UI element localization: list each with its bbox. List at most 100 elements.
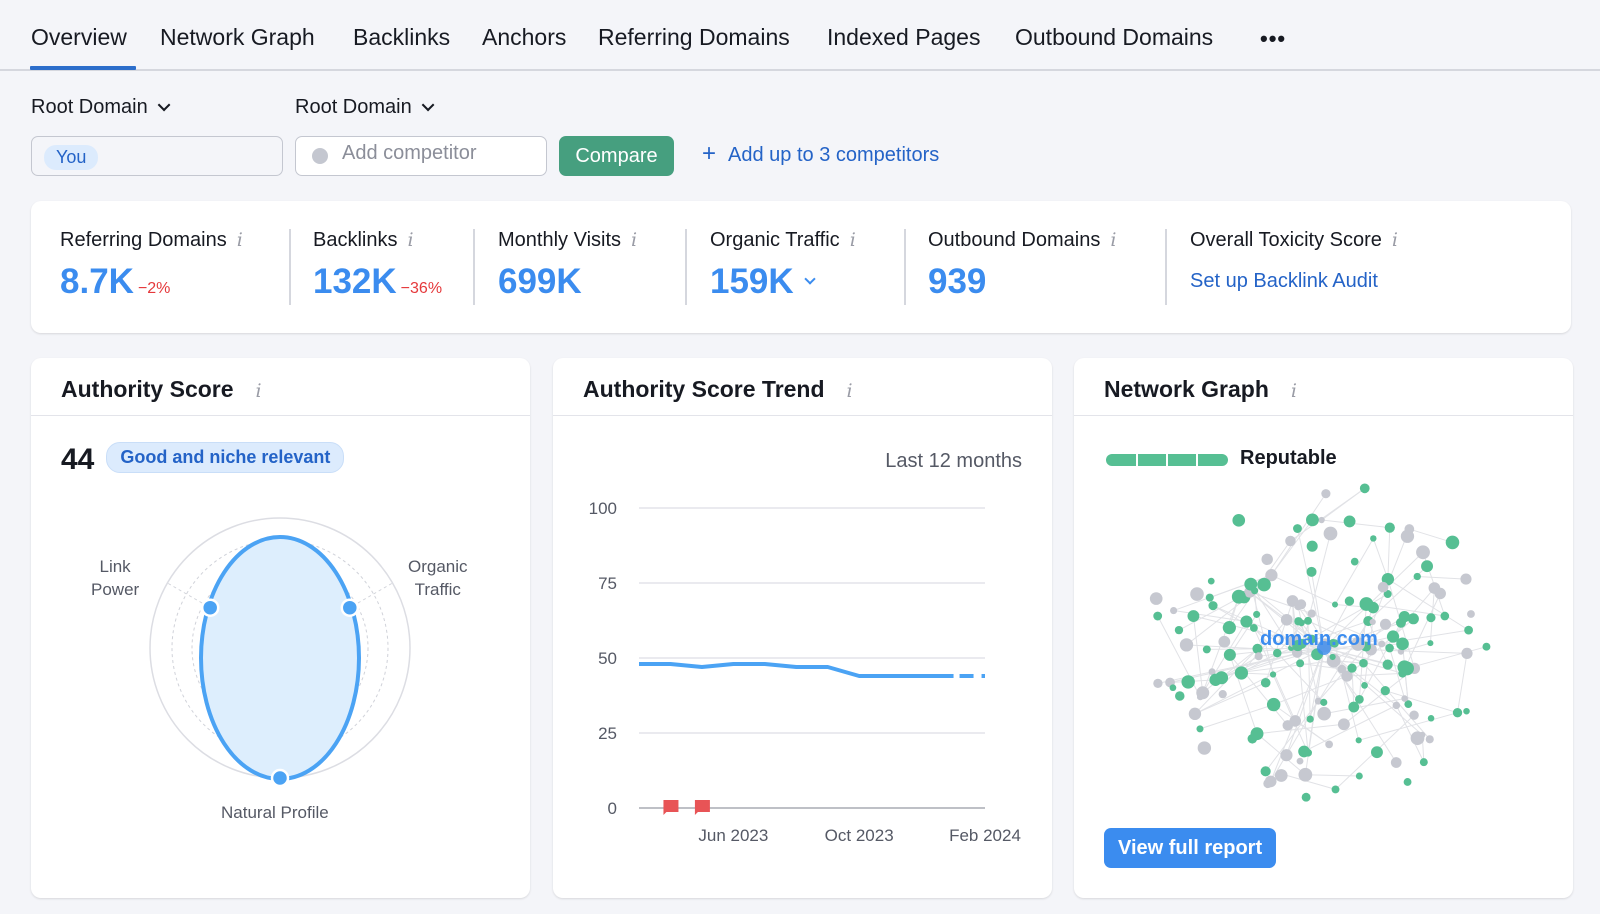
network-node (1260, 766, 1271, 777)
network-node (1304, 748, 1312, 757)
you-chip: You (44, 145, 99, 170)
authority-score-value: 44 Good and niche relevant (61, 442, 345, 477)
info-icon[interactable]: i (1392, 229, 1398, 251)
score-number: 44 (61, 443, 95, 476)
axis-label-line: Power (91, 580, 140, 599)
info-icon[interactable]: i (850, 229, 856, 251)
metric-value[interactable]: 8.7K (60, 262, 134, 301)
you-scope-dropdown[interactable]: Root Domain (31, 96, 171, 119)
network-node (1427, 640, 1434, 647)
tab-backlinks[interactable]: Backlinks (353, 24, 450, 51)
competitor-field[interactable] (295, 136, 547, 176)
network-node (1285, 535, 1296, 547)
network-node (1409, 710, 1419, 720)
add-competitors-link[interactable]: + Add up to 3 competitors (702, 142, 940, 167)
network-node (1416, 545, 1430, 560)
network-node (1343, 515, 1356, 528)
info-icon[interactable]: i (1110, 229, 1116, 251)
network-node (1401, 695, 1408, 702)
metric-value[interactable]: 159K (710, 262, 794, 301)
radar-point-1 (340, 598, 360, 617)
compare-button[interactable]: Compare (559, 136, 674, 176)
info-icon[interactable]: i (1291, 380, 1297, 402)
info-icon[interactable]: i (256, 380, 262, 402)
network-node (1149, 592, 1163, 605)
network-edge (1271, 493, 1327, 576)
network-node (1174, 625, 1184, 635)
event-flag-icon (663, 800, 679, 815)
metric-label: Organic Traffic (710, 229, 840, 251)
info-icon[interactable]: i (847, 380, 853, 402)
network-node (1377, 581, 1389, 593)
network-node (1307, 609, 1316, 618)
card-title: Network Graph (1104, 376, 1269, 402)
x-tick-label: Oct 2023 (825, 826, 894, 845)
network-graph[interactable] (1074, 478, 1573, 838)
metric-delta: −36% (400, 280, 443, 297)
network-node (1384, 522, 1395, 533)
more-tabs-icon[interactable]: ••• (1260, 26, 1286, 52)
view-full-report-button[interactable]: View full report (1104, 828, 1277, 868)
network-node (1264, 775, 1277, 788)
network-node (1274, 769, 1288, 782)
network-node (1179, 638, 1194, 652)
competitor-scope-dropdown[interactable]: Root Domain (295, 96, 435, 119)
card-header: Network Graph i (1074, 358, 1573, 416)
add-competitors-label: Add up to 3 competitors (728, 144, 940, 166)
network-node (1331, 785, 1340, 794)
network-node (1355, 695, 1364, 704)
network-node (1282, 720, 1293, 731)
y-tick-label: 75 (598, 574, 617, 593)
reputation-label: Reputable (1240, 447, 1337, 469)
network-node (1306, 566, 1317, 577)
info-icon[interactable]: i (631, 229, 637, 251)
domain-label: domain.com (1260, 628, 1378, 650)
network-node (1385, 643, 1394, 653)
network-node (1425, 735, 1434, 744)
card-header: Authority Score Trend i (553, 358, 1052, 416)
network-node (1460, 573, 1472, 585)
network-node (1325, 740, 1333, 749)
network-node (1380, 686, 1390, 696)
tab-referring-domains[interactable]: Referring Domains (598, 24, 790, 51)
metric-backlinks: Backlinks i 132K −36% (313, 229, 442, 302)
network-node (1280, 749, 1293, 762)
metric-value[interactable]: 699K (498, 262, 582, 301)
network-node (1464, 625, 1473, 635)
competitor-input[interactable] (342, 142, 532, 165)
network-node (1257, 577, 1271, 592)
metric-value[interactable]: 132K (313, 262, 397, 301)
chevron-down-icon[interactable] (804, 273, 816, 285)
network-node (1403, 778, 1412, 786)
tab-overview[interactable]: Overview (31, 24, 127, 51)
plus-icon: + (702, 140, 717, 167)
network-edge (1321, 519, 1390, 529)
tab-bar: Overview Network Graph Backlinks Anchors… (0, 0, 1600, 71)
network-edge (1199, 704, 1274, 730)
network-node (1397, 660, 1412, 675)
info-icon[interactable]: i (407, 229, 413, 251)
network-node (1254, 652, 1263, 661)
metric-toxicity-score: Overall Toxicity Score i Set up Backlink … (1190, 229, 1398, 293)
tab-network-graph[interactable]: Network Graph (160, 24, 315, 51)
network-node (1231, 589, 1246, 604)
network-node (1196, 725, 1204, 733)
network-node (1306, 540, 1318, 552)
metric-outbound-domains: Outbound Domains i 939 (928, 229, 1116, 302)
network-node (1355, 737, 1362, 744)
you-domain-field[interactable]: You (31, 136, 283, 176)
setup-backlink-audit-link[interactable]: Set up Backlink Audit (1190, 270, 1398, 293)
tab-outbound-domains[interactable]: Outbound Domains (1015, 24, 1213, 51)
tab-anchors[interactable]: Anchors (482, 24, 566, 51)
metric-value[interactable]: 939 (928, 262, 986, 301)
network-node (1249, 624, 1258, 632)
network-node (1317, 706, 1331, 721)
network-node (1232, 514, 1246, 527)
network-node (1208, 601, 1218, 611)
network-node (1452, 708, 1463, 718)
tab-indexed-pages[interactable]: Indexed Pages (827, 24, 980, 51)
info-icon[interactable]: i (237, 229, 243, 251)
network-node (1382, 659, 1393, 670)
network-node (1153, 611, 1163, 621)
network-node (1305, 513, 1319, 527)
